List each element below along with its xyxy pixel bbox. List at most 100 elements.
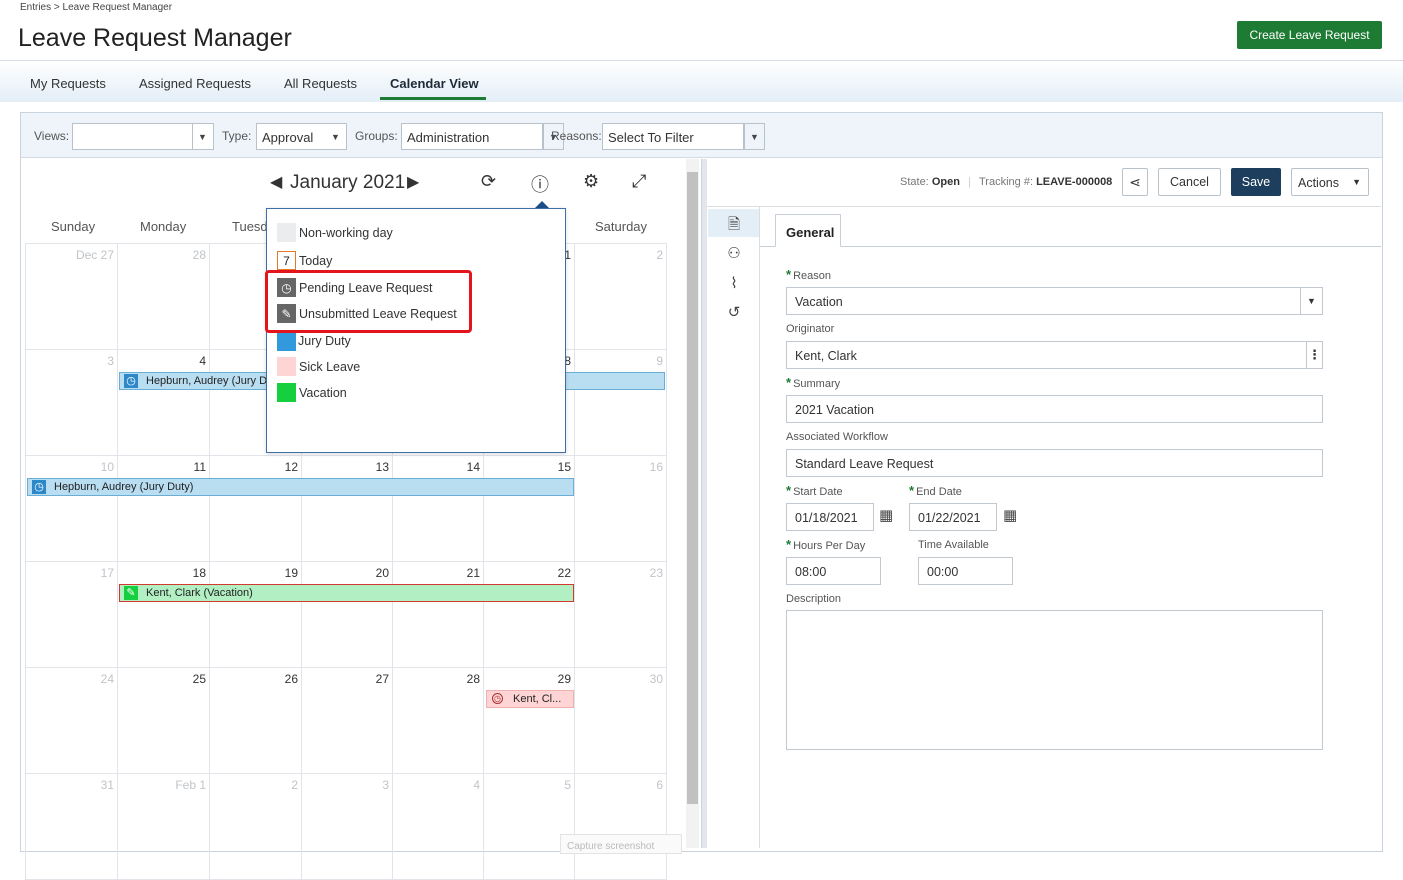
required-mark: *	[786, 483, 792, 498]
paperclip-icon[interactable]: ⌇	[724, 274, 744, 292]
actions-menu-button[interactable]: Actions ▼	[1291, 168, 1369, 196]
views-caret[interactable]: ▼	[192, 123, 214, 150]
day-number: 30	[649, 672, 663, 686]
day-number: 15	[557, 460, 571, 474]
calendar-scrollbar-thumb[interactable]	[687, 172, 698, 804]
day-number: 6	[656, 778, 663, 792]
calendar-day-cell[interactable]: 24	[25, 668, 118, 774]
calendar-day-cell[interactable]: 25	[118, 668, 210, 774]
calendar-icon[interactable]: ▦	[1003, 506, 1017, 524]
calendar-day-cell[interactable]: 17	[25, 562, 118, 668]
calendar-day-cell[interactable]: 3	[25, 350, 118, 456]
chevron-down-icon: ▼	[198, 131, 207, 142]
calendar-icon[interactable]: ▦	[879, 506, 893, 524]
event-jury-duty-week3[interactable]: ◷ Hepburn, Audrey (Jury Duty)	[27, 478, 574, 496]
calendar-day-cell[interactable]: Dec 27	[25, 244, 118, 350]
end-date-input[interactable]: 01/22/2021	[909, 503, 997, 531]
calendar-day-cell[interactable]: 18	[118, 562, 210, 668]
reasons-select-value: Select To Filter	[608, 130, 694, 145]
create-leave-request-button[interactable]: Create Leave Request	[1237, 21, 1382, 49]
share-button[interactable]: ⋖	[1122, 168, 1148, 196]
refresh-icon[interactable]: ⟳	[481, 171, 496, 192]
reason-select[interactable]: Vacation ▼	[786, 287, 1323, 315]
originator-field[interactable]: Kent, Clark ⋮	[786, 341, 1323, 369]
workflow-input[interactable]: Standard Leave Request	[786, 449, 1323, 477]
end-date-label: * End Date	[909, 483, 962, 498]
event-label: Kent, Cl...	[513, 693, 562, 705]
time-available-input[interactable]: 00:00	[918, 557, 1013, 585]
meta-divider: |	[968, 176, 971, 188]
tab-all-requests[interactable]: All Requests	[284, 76, 357, 91]
history-icon[interactable]: ↺	[724, 303, 744, 321]
groups-select[interactable]: Administration ▼	[401, 123, 564, 150]
type-label: Type:	[222, 129, 252, 143]
user-workflow-icon[interactable]: ⚇	[724, 244, 744, 262]
calendar-day-cell[interactable]: 26	[210, 668, 302, 774]
swatch-today: 7	[277, 251, 296, 270]
calendar-day-cell[interactable]: 14	[393, 456, 484, 562]
capture-screenshot-overlay[interactable]: Capture screenshot	[560, 834, 682, 854]
calendar-day-cell[interactable]: 13	[302, 456, 393, 562]
calendar-day-cell[interactable]: 12	[210, 456, 302, 562]
description-label: Description	[786, 593, 842, 605]
calendar-day-cell[interactable]: 29	[484, 668, 575, 774]
tab-general[interactable]: General	[775, 214, 841, 247]
previous-month-icon[interactable]: ◀	[270, 172, 282, 192]
calendar-day-cell[interactable]: 6	[575, 774, 667, 880]
hours-per-day-input[interactable]: 08:00	[786, 557, 881, 585]
calendar-day-cell[interactable]: 19	[210, 562, 302, 668]
summary-input[interactable]: 2021 Vacation	[786, 395, 1323, 423]
tab-my-requests[interactable]: My Requests	[30, 76, 106, 91]
legend-label: Vacation	[299, 386, 347, 400]
calendar-day-cell[interactable]: 5	[484, 774, 575, 880]
calendar-day-cell[interactable]: 15	[484, 456, 575, 562]
save-button[interactable]: Save	[1231, 168, 1281, 196]
calendar-day-cell[interactable]: 9	[575, 350, 667, 456]
cancel-button[interactable]: Cancel	[1158, 168, 1221, 196]
required-mark: *	[786, 537, 792, 552]
swatch-vacation	[277, 383, 296, 402]
active-tab-indicator	[380, 97, 486, 100]
calendar-day-cell[interactable]: 27	[302, 668, 393, 774]
more-vertical-icon[interactable]: ⋮	[1306, 342, 1322, 368]
description-textarea[interactable]	[786, 610, 1323, 750]
calendar-day-cell[interactable]: 16	[575, 456, 667, 562]
calendar-day-cell[interactable]: 11	[118, 456, 210, 562]
day-number: 16	[649, 460, 663, 474]
calendar-day-cell[interactable]: 2	[575, 244, 667, 350]
info-icon[interactable]: ⓘ	[531, 171, 549, 197]
day-number: Dec 27	[75, 248, 114, 262]
tab-assigned-requests[interactable]: Assigned Requests	[139, 76, 251, 91]
calendar-day-cell[interactable]: 30	[575, 668, 667, 774]
day-header-saturday: Saturday	[595, 219, 648, 234]
day-number: 26	[284, 672, 298, 686]
next-month-icon[interactable]: ▶	[407, 172, 419, 192]
calendar-day-cell[interactable]: 4	[393, 774, 484, 880]
calendar-day-cell[interactable]: 31	[25, 774, 118, 880]
calendar-day-cell[interactable]: Feb 1	[118, 774, 210, 880]
calendar-day-cell[interactable]: 21	[393, 562, 484, 668]
reasons-select[interactable]: Select To Filter ▼	[602, 123, 765, 150]
expand-icon[interactable]: ⤢	[632, 171, 646, 192]
start-date-label: * Start Date	[786, 483, 843, 498]
tab-calendar-view[interactable]: Calendar View	[390, 76, 479, 91]
filter-bar: Views: ▼ Type: Approval ▼ Groups: Admini…	[21, 113, 1382, 158]
originator-value: Kent, Clark	[795, 349, 857, 363]
calendar-day-cell[interactable]: 2	[210, 774, 302, 880]
event-vacation[interactable]: ✎ Kent, Clark (Vacation)	[119, 584, 574, 602]
calendar-day-cell[interactable]: 22	[484, 562, 575, 668]
calendar-day-cell[interactable]: 10	[25, 456, 118, 562]
calendar-day-cell[interactable]: 20	[302, 562, 393, 668]
calendar-day-cell[interactable]: 4	[118, 350, 210, 456]
tracking-value: LEAVE-000008	[1036, 176, 1113, 188]
calendar-day-cell[interactable]: 23	[575, 562, 667, 668]
calendar-day-cell[interactable]: 28	[393, 668, 484, 774]
settings-gear-icon[interactable]: ⚙	[583, 171, 599, 192]
event-sick-leave[interactable]: ◷ Kent, Cl...	[486, 690, 574, 708]
start-date-input[interactable]: 01/18/2021	[786, 503, 874, 531]
calendar-day-cell[interactable]: 3	[302, 774, 393, 880]
calendar-day-cell[interactable]: 28	[118, 244, 210, 350]
chevron-down-icon: ▼	[1352, 177, 1361, 187]
type-select[interactable]: Approval ▼	[256, 123, 347, 150]
document-icon[interactable]: 🗎	[724, 214, 744, 239]
